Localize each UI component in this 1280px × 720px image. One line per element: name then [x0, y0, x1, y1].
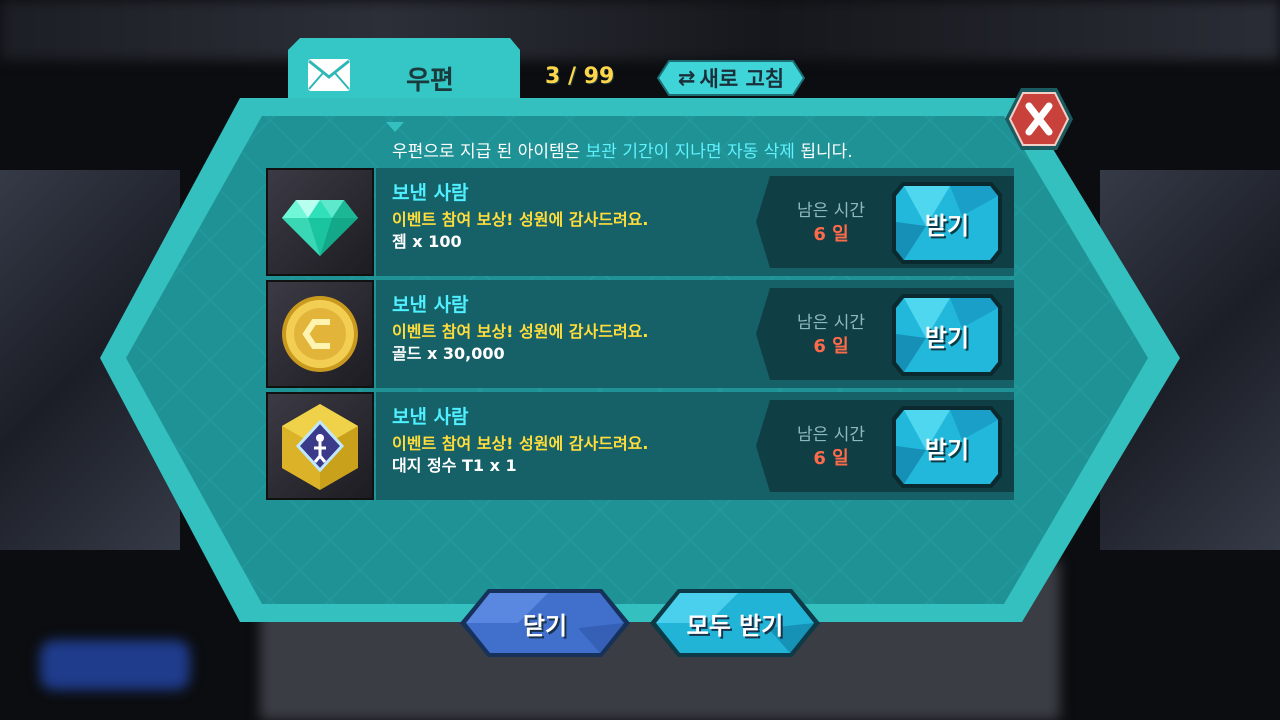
reward-text: 젬 x 100 [392, 232, 462, 251]
refresh-icon: ⇄ [677, 66, 696, 90]
mail-message: 이벤트 참여 보상! 성원에 감사드려요. [392, 210, 649, 229]
remaining-time-label: 남은 시간 [797, 313, 865, 333]
mail-message: 이벤트 참여 보상! 성원에 감사드려요. [392, 322, 649, 341]
earth-essence-icon [266, 392, 374, 500]
claim-label: 받기 [924, 435, 970, 464]
mail-row: 보낸 사람 이벤트 참여 보상! 성원에 감사드려요. 대지 정수 T1 x 1… [266, 392, 1014, 500]
remaining-time-value: 6 일 [813, 224, 849, 245]
notice-suffix: 됩니다. [794, 142, 853, 162]
remaining-time-value: 6 일 [813, 336, 849, 357]
claim-all-button[interactable]: 모두 받기 [648, 588, 822, 658]
close-button-label: 닫기 [522, 611, 568, 640]
notice-prefix: 우편으로 지급 된 아이템은 [392, 142, 586, 162]
mail-row: 보낸 사람 이벤트 참여 보상! 성원에 감사드려요. 젬 x 100 남은 시… [266, 168, 1014, 276]
time-panel: 남은 시간 6 일 받기 [756, 288, 1014, 380]
envelope-icon [307, 58, 351, 92]
remaining-time-value: 6 일 [813, 448, 849, 469]
claim-button[interactable]: 받기 [892, 294, 1002, 376]
refresh-button[interactable]: ⇄ 새로 고침 [657, 60, 805, 96]
claim-button[interactable]: 받기 [892, 182, 1002, 264]
sender-label: 보낸 사람 [392, 182, 469, 204]
gold-coin-icon [266, 280, 374, 388]
remaining-time-label: 남은 시간 [797, 201, 865, 221]
gem-icon [266, 168, 374, 276]
notice-highlight: 보관 기간이 지나면 자동 삭제 [585, 142, 795, 162]
claim-label: 받기 [924, 211, 970, 240]
claim-all-button-label: 모두 받기 [686, 611, 784, 640]
reward-text: 대지 정수 T1 x 1 [392, 456, 517, 475]
deletion-notice: 우편으로 지급 된 아이템은 보관 기간이 지나면 자동 삭제 됩니다. [392, 137, 912, 162]
claim-label: 받기 [924, 323, 970, 352]
sender-label: 보낸 사람 [392, 406, 469, 428]
remaining-time-label: 남은 시간 [797, 425, 865, 445]
time-panel: 남은 시간 6 일 받기 [756, 176, 1014, 268]
mail-message: 이벤트 참여 보상! 성원에 감사드려요. [392, 434, 649, 453]
mailbox-tab-title[interactable]: 우편 [360, 60, 500, 97]
close-x-button[interactable] [1004, 86, 1074, 152]
sender-label: 보낸 사람 [392, 294, 469, 316]
mail-counter: 3 / 99 [545, 64, 615, 89]
mail-row: 보낸 사람 이벤트 참여 보상! 성원에 감사드려요. 골드 x 30,000 … [266, 280, 1014, 388]
close-button[interactable]: 닫기 [458, 588, 632, 658]
time-panel: 남은 시간 6 일 받기 [756, 400, 1014, 492]
claim-button[interactable]: 받기 [892, 406, 1002, 488]
refresh-label: 새로 고침 [699, 67, 785, 91]
reward-text: 골드 x 30,000 [392, 344, 505, 363]
